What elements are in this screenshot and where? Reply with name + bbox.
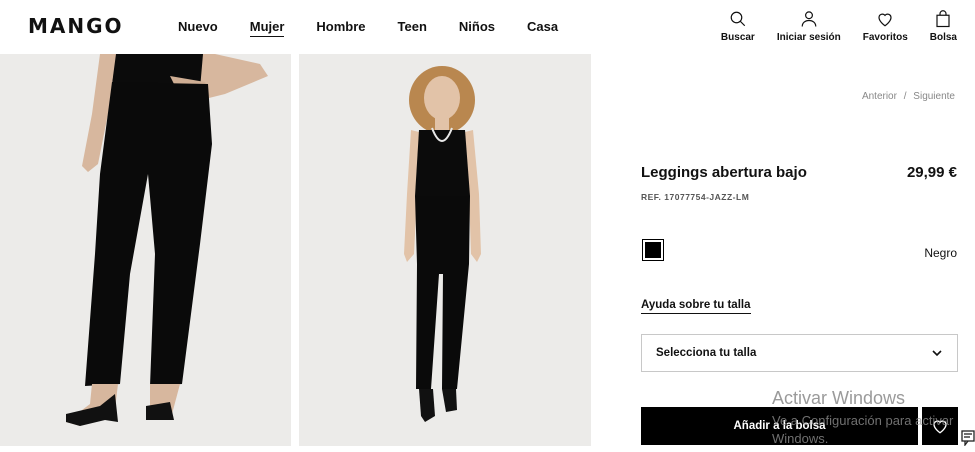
size-select[interactable]: Selecciona tu talla <box>641 334 958 372</box>
brand-logo[interactable]: MANGO <box>28 14 124 38</box>
size-select-label: Selecciona tu talla <box>656 347 757 359</box>
product-price: 29,99 € <box>906 164 957 181</box>
favorites-button[interactable]: Favoritos <box>863 10 908 43</box>
nav-item-ninos[interactable]: Niños <box>459 19 495 37</box>
windows-watermark-line2: Ve a Configuración para activar <box>772 413 954 428</box>
nav-item-casa[interactable]: Casa <box>527 19 558 37</box>
next-link[interactable]: Siguiente <box>913 91 955 102</box>
product-title: Leggings abertura bajo <box>641 164 807 181</box>
windows-watermark-line3: Windows. <box>772 431 829 446</box>
full-body-model-illustration <box>299 54 591 446</box>
product-image-2[interactable] <box>299 54 591 446</box>
login-button[interactable]: Iniciar sesión <box>777 10 841 43</box>
legs-closeup-illustration <box>0 54 291 446</box>
bag-icon <box>936 10 950 28</box>
bag-label: Bolsa <box>929 32 957 43</box>
nav-item-hombre[interactable]: Hombre <box>316 19 365 37</box>
nav-item-mujer[interactable]: Mujer <box>249 19 285 37</box>
nav-item-teen[interactable]: Teen <box>398 19 427 37</box>
pager-separator: / <box>903 91 907 102</box>
swatch-fill <box>645 242 661 258</box>
user-icon <box>801 11 817 27</box>
favorites-label: Favoritos <box>862 32 908 43</box>
color-swatch-black[interactable] <box>642 239 664 261</box>
login-label: Iniciar sesión <box>776 32 841 43</box>
heart-icon <box>878 13 892 27</box>
product-pager: Anterior / Siguiente <box>860 91 957 102</box>
size-help-link[interactable]: Ayuda sobre tu talla <box>641 299 751 314</box>
chevron-down-icon <box>932 350 942 357</box>
chat-icon[interactable] <box>961 430 975 446</box>
header-actions: Buscar Iniciar sesión Favoritos Bolsa <box>721 10 957 43</box>
search-label: Buscar <box>720 32 755 43</box>
search-button[interactable]: Buscar <box>721 10 755 43</box>
bag-button[interactable]: Bolsa <box>930 10 957 43</box>
product-reference: REF. 17077754-JAZZ-LM <box>641 192 750 202</box>
product-image-1[interactable] <box>0 54 291 446</box>
nav-item-nuevo[interactable]: Nuevo <box>178 19 218 37</box>
color-name: Negro <box>924 246 957 260</box>
search-icon <box>730 11 746 27</box>
top-header: MANGO Nuevo Mujer Hombre Teen Niños Casa… <box>0 0 975 54</box>
windows-watermark-title: Activar Windows <box>772 388 906 408</box>
prev-link[interactable]: Anterior <box>862 91 897 102</box>
main-nav: Nuevo Mujer Hombre Teen Niños Casa <box>178 19 590 37</box>
